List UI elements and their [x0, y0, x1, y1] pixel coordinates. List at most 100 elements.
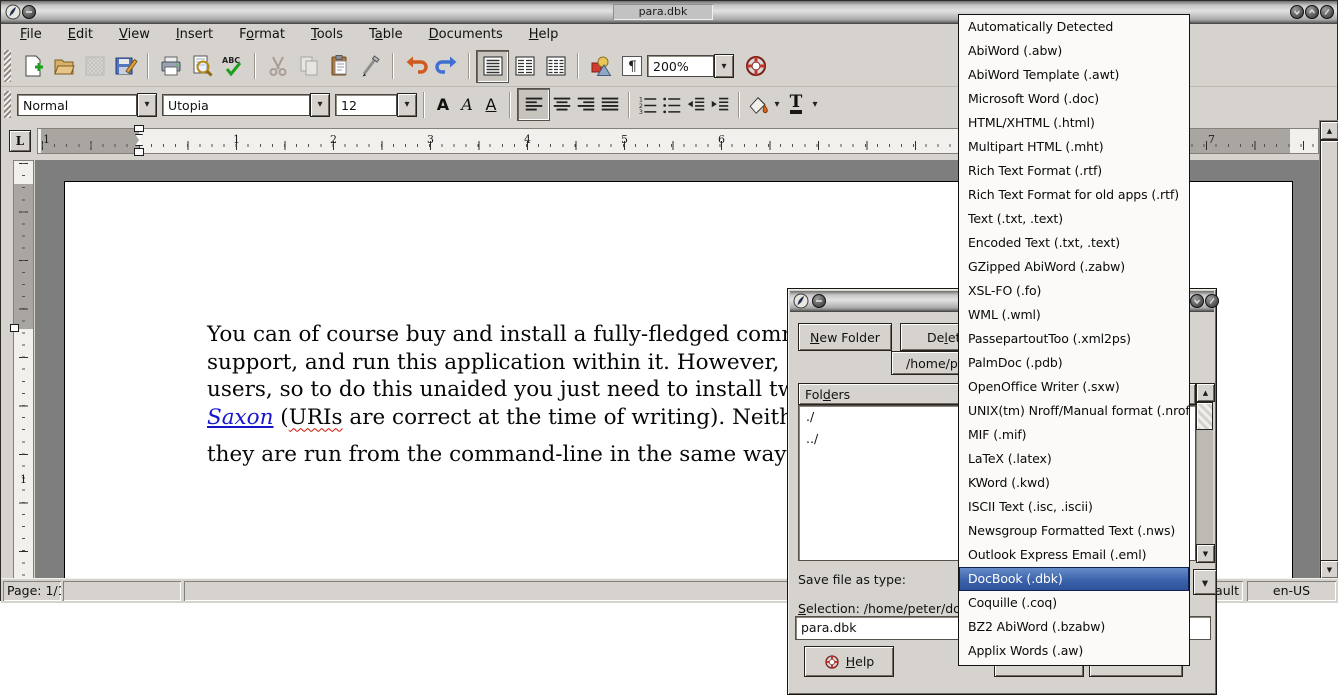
file-type-option[interactable]: GZipped AbiWord (.zabw) — [959, 255, 1189, 279]
menu-table[interactable]: Table — [356, 25, 416, 45]
file-type-option[interactable]: Rich Text Format for old apps (.rtf) — [959, 183, 1189, 207]
file-type-option[interactable]: Outlook Express Email (.eml) — [959, 543, 1189, 567]
stylus-button[interactable] — [355, 51, 386, 82]
close-icon[interactable] — [1320, 5, 1334, 19]
view-normal-button[interactable] — [476, 50, 509, 83]
insert-graphic-button[interactable] — [585, 51, 616, 82]
window-menu-button[interactable] — [22, 5, 36, 19]
file-type-option[interactable]: Rich Text Format (.rtf) — [959, 159, 1189, 183]
show-paragraphs-button[interactable]: ¶ — [616, 51, 647, 82]
font-size-dropdown-icon[interactable]: ▾ — [397, 93, 417, 117]
open-button[interactable] — [48, 51, 79, 82]
scroll-down-icon[interactable]: ▼ — [1196, 544, 1215, 563]
vertical-ruler[interactable]: 1 — [13, 160, 34, 580]
scroll-up-icon[interactable]: ▲ — [1196, 383, 1215, 402]
scrollbar-thumb[interactable] — [1196, 402, 1213, 430]
file-type-option[interactable]: Automatically Detected — [959, 15, 1189, 39]
font-family-select[interactable]: Utopia — [162, 94, 310, 116]
menu-documents[interactable]: Documents — [416, 25, 516, 45]
view-two-columns-button[interactable] — [509, 51, 540, 82]
new-folder-button[interactable]: New Folder — [798, 323, 892, 351]
font-color-dropdown-icon[interactable]: ▾ — [808, 93, 822, 117]
zoom-dropdown-icon[interactable]: ▾ — [714, 54, 734, 78]
document-vertical-scrollbar[interactable]: ▲ ▼ — [1319, 120, 1338, 578]
help-button[interactable] — [740, 51, 771, 82]
file-type-option[interactable]: KWord (.kwd) — [959, 471, 1189, 495]
file-type-option[interactable]: Encoded Text (.txt, .text) — [959, 231, 1189, 255]
bullet-list-button[interactable] — [660, 92, 684, 118]
font-size-select[interactable]: 12 — [335, 94, 397, 116]
scrollbar-thumb[interactable] — [1320, 140, 1338, 580]
menu-format[interactable]: Format — [226, 25, 298, 45]
menu-help[interactable]: Help — [516, 25, 572, 45]
redo-button[interactable] — [431, 51, 462, 82]
paste-button[interactable] — [324, 51, 355, 82]
print-preview-button[interactable] — [186, 51, 217, 82]
file-type-option[interactable]: AbiWord Template (.awt) — [959, 63, 1189, 87]
print-button[interactable] — [155, 51, 186, 82]
paragraph-style-select[interactable]: Normal — [17, 94, 137, 116]
menu-view[interactable]: View — [106, 25, 163, 45]
menu-insert[interactable]: Insert — [163, 25, 226, 45]
align-justify-button[interactable] — [598, 92, 622, 118]
scroll-down-icon[interactable]: ▼ — [1320, 560, 1338, 579]
menu-file[interactable]: File — [7, 25, 55, 45]
paragraph-style-dropdown-icon[interactable]: ▾ — [137, 93, 157, 117]
file-type-option[interactable]: PalmDoc (.pdb) — [959, 351, 1189, 375]
file-type-option[interactable]: ISCII Text (.isc, .iscii) — [959, 495, 1189, 519]
file-type-option[interactable]: OpenOffice Writer (.sxw) — [959, 375, 1189, 399]
save-as-button[interactable] — [110, 51, 141, 82]
menu-tools[interactable]: Tools — [298, 25, 356, 45]
file-type-option[interactable]: UNIX(tm) Nroff/Manual format (.nroff) — [959, 399, 1189, 423]
spellcheck-button[interactable]: ABC — [217, 51, 248, 82]
align-left-button[interactable] — [517, 88, 550, 121]
hyperlink[interactable]: Saxon — [207, 405, 273, 430]
highlight-button[interactable] — [746, 92, 770, 118]
increase-indent-button[interactable] — [708, 92, 732, 118]
italic-button[interactable]: A — [455, 92, 479, 118]
file-type-option[interactable]: XSL-FO (.fo) — [959, 279, 1189, 303]
undo-button[interactable] — [400, 51, 431, 82]
file-type-option[interactable]: WML (.wml) — [959, 303, 1189, 327]
file-type-option[interactable]: Coquille (.coq) — [959, 591, 1189, 615]
align-right-button[interactable] — [574, 92, 598, 118]
first-line-indent-marker[interactable] — [134, 125, 144, 132]
file-type-dropdown-icon[interactable]: ▾ — [1193, 569, 1217, 595]
minimize-icon[interactable] — [1190, 294, 1204, 308]
minimize-icon[interactable] — [1290, 5, 1304, 19]
top-margin-marker[interactable] — [10, 324, 19, 332]
tab-selector-button[interactable]: L — [9, 130, 31, 152]
menu-edit[interactable]: Edit — [55, 25, 106, 45]
file-type-option[interactable]: LaTeX (.latex) — [959, 447, 1189, 471]
decrease-indent-button[interactable] — [684, 92, 708, 118]
close-icon[interactable] — [1205, 294, 1219, 308]
zoom-select[interactable]: 200% — [647, 55, 714, 77]
file-type-option[interactable]: MIF (.mif) — [959, 423, 1189, 447]
file-type-option[interactable]: Microsoft Word (.doc) — [959, 87, 1189, 111]
file-type-option[interactable]: PassepartoutToo (.xml2ps) — [959, 327, 1189, 351]
bold-button[interactable]: A — [431, 92, 455, 118]
highlight-dropdown-icon[interactable]: ▾ — [770, 93, 784, 117]
window-menu-button[interactable] — [812, 294, 826, 308]
numbered-list-button[interactable]: 123 — [636, 92, 660, 118]
file-type-option[interactable]: Text (.txt, .text) — [959, 207, 1189, 231]
view-three-columns-button[interactable] — [540, 51, 571, 82]
file-type-option-selected[interactable]: DocBook (.dbk) — [959, 567, 1189, 591]
file-type-option[interactable]: AbiWord (.abw) — [959, 39, 1189, 63]
new-document-button[interactable] — [17, 51, 48, 82]
help-button[interactable]: Help — [804, 646, 894, 677]
toolbar-drag-handle[interactable] — [4, 50, 11, 82]
document-text[interactable]: You can of course buy and install a full… — [207, 321, 806, 469]
file-type-option[interactable]: HTML/XHTML (.html) — [959, 111, 1189, 135]
maximize-icon[interactable] — [1305, 5, 1319, 19]
font-color-button[interactable]: T — [784, 92, 808, 118]
toolbar-drag-handle[interactable] — [4, 91, 11, 118]
underline-button[interactable]: A — [479, 92, 503, 118]
font-family-dropdown-icon[interactable]: ▾ — [310, 93, 330, 117]
file-type-option[interactable]: BZ2 AbiWord (.bzabw) — [959, 615, 1189, 639]
hanging-indent-marker[interactable] — [134, 148, 144, 156]
align-center-button[interactable] — [550, 92, 574, 118]
file-type-option[interactable]: Newsgroup Formatted Text (.nws) — [959, 519, 1189, 543]
file-type-option[interactable]: Applix Words (.aw) — [959, 639, 1189, 663]
files-list-scrollbar[interactable]: ▲ ▼ — [1196, 383, 1213, 561]
